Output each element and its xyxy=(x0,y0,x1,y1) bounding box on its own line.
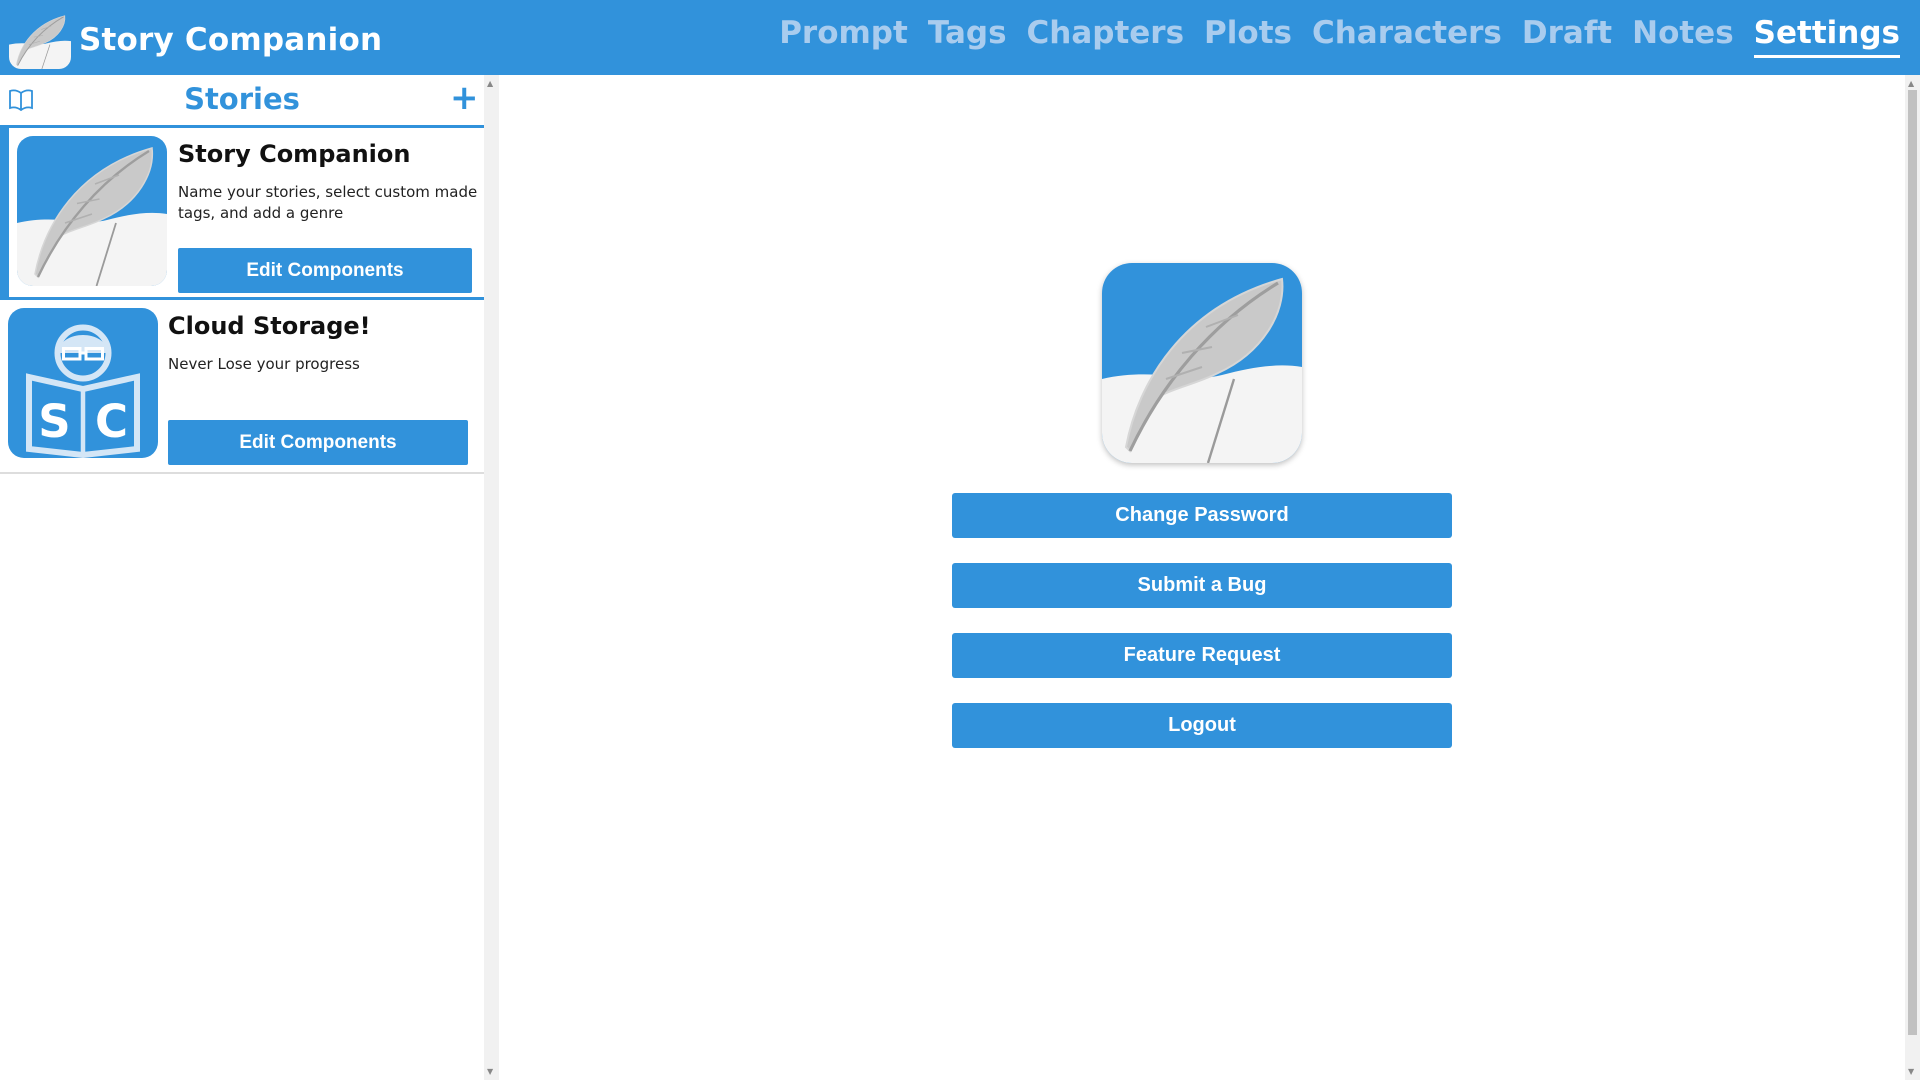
story-title: Story Companion xyxy=(178,140,411,168)
nav-settings[interactable]: Settings xyxy=(1753,15,1900,58)
nav-characters[interactable]: Characters xyxy=(1312,15,1502,58)
submit-bug-button[interactable]: Submit a Bug xyxy=(952,563,1452,608)
nav-plots[interactable]: Plots xyxy=(1204,15,1292,58)
quill-logo-icon xyxy=(17,136,167,286)
quill-logo-icon xyxy=(9,11,71,69)
reader-sc-logo-icon: S C xyxy=(8,308,158,458)
nav-notes[interactable]: Notes xyxy=(1632,15,1734,58)
nav-tags[interactable]: Tags xyxy=(928,15,1007,58)
sidebar-title: Stories xyxy=(184,82,300,116)
story-title: Cloud Storage! xyxy=(168,312,371,340)
scroll-up-arrow-icon[interactable]: ▲ xyxy=(487,79,493,88)
logout-button[interactable]: Logout xyxy=(952,703,1452,748)
brand[interactable]: Story Companion xyxy=(9,11,382,69)
sidebar-scrollbar[interactable]: ▲ ▼ xyxy=(484,75,499,1080)
svg-text:S: S xyxy=(38,395,70,448)
sidebar-header: Stories + xyxy=(0,75,484,128)
change-password-button[interactable]: Change Password xyxy=(952,493,1452,538)
main-nav: Prompt Tags Chapters Plots Characters Dr… xyxy=(759,15,1900,58)
svg-text:C: C xyxy=(95,395,128,448)
story-item[interactable]: S C Cloud Storage! Never Lose your progr… xyxy=(0,300,484,474)
app-logo-icon xyxy=(1102,263,1302,463)
nav-draft[interactable]: Draft xyxy=(1522,15,1612,58)
nav-prompt[interactable]: Prompt xyxy=(779,15,908,58)
nav-chapters[interactable]: Chapters xyxy=(1027,15,1185,58)
edit-components-button[interactable]: Edit Components xyxy=(168,420,468,465)
feature-request-button[interactable]: Feature Request xyxy=(952,633,1452,678)
edit-components-button[interactable]: Edit Components xyxy=(178,248,472,293)
scrollbar-thumb[interactable] xyxy=(1908,90,1917,1035)
story-item[interactable]: Story Companion Name your stories, selec… xyxy=(0,128,484,300)
top-bar: Story Companion Prompt Tags Chapters Plo… xyxy=(0,0,1920,75)
scroll-up-arrow-icon[interactable]: ▲ xyxy=(1908,79,1914,88)
story-description: Name your stories, select custom made ta… xyxy=(178,183,478,222)
app-title: Story Companion xyxy=(79,22,383,58)
scroll-down-arrow-icon[interactable]: ▼ xyxy=(1908,1067,1914,1076)
stories-sidebar: Stories + Story Companion Name your stor… xyxy=(0,75,484,1080)
plus-icon[interactable]: + xyxy=(450,78,479,118)
story-description: Never Lose your progress xyxy=(168,355,360,373)
scroll-down-arrow-icon[interactable]: ▼ xyxy=(487,1067,493,1076)
main-scrollbar[interactable]: ▲ ▼ xyxy=(1905,75,1920,1080)
